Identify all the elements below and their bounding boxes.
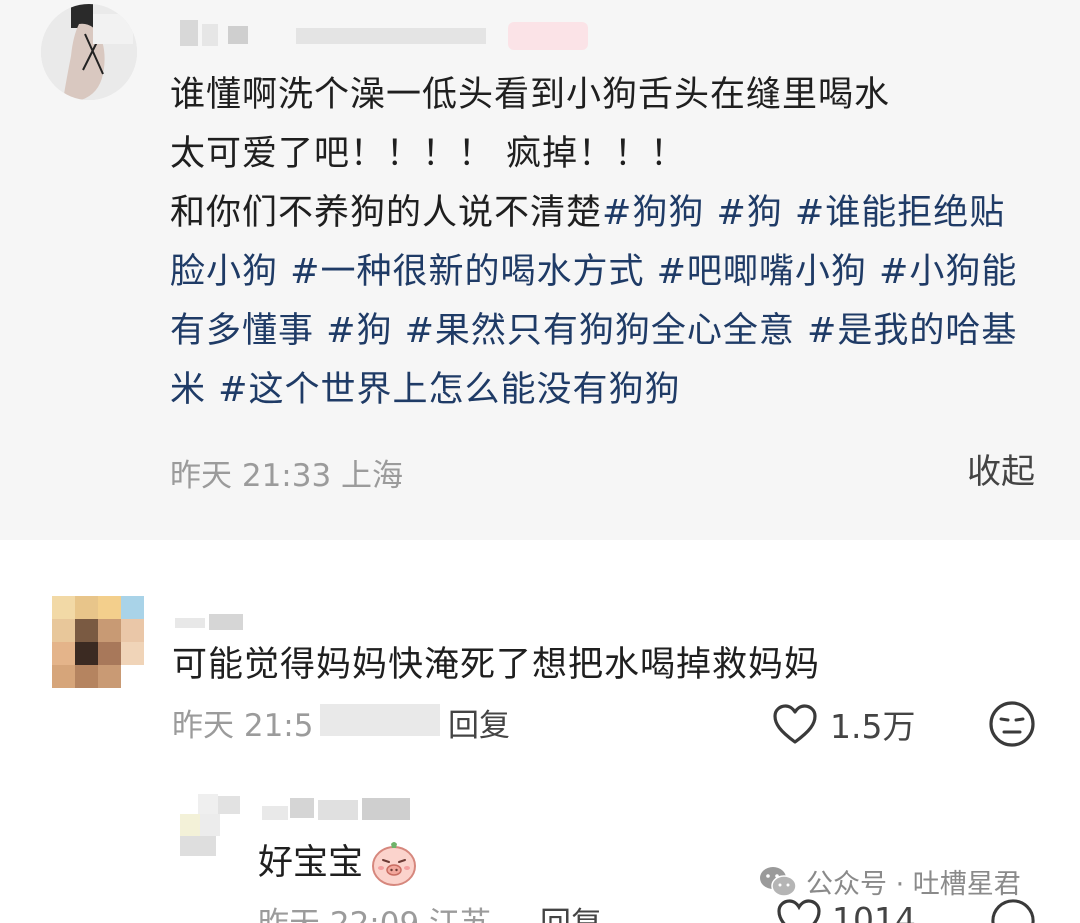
post-line: 脸小狗 #一种很新的喝水方式 #吧唧嘴小狗 #小狗能 <box>170 243 1040 302</box>
reply-button[interactable]: 回复 <box>540 898 602 923</box>
dislike-button[interactable] <box>988 700 1036 748</box>
reply-meta: 昨天 22:09 江苏 <box>258 898 491 923</box>
post-text-segment: 谁懂啊洗个澡一低头看到小狗舌头在缝里喝水 <box>170 75 891 115</box>
hashtag-segment[interactable]: 米 #这个世界上怎么能没有狗狗 <box>170 370 680 410</box>
hashtag-segment[interactable]: 脸小狗 #一种很新的喝水方式 #吧唧嘴小狗 #小狗能 <box>170 252 1017 292</box>
post-line: 太可爱了吧！！！！ 疯掉！！！ <box>170 125 1040 184</box>
dislike-face-icon <box>989 701 1035 747</box>
post-text-segment: 太可爱了吧！！！！ 疯掉！！！ <box>170 134 687 174</box>
reply-comment-content: 好宝宝 <box>258 838 419 888</box>
like-count: 1014 <box>832 899 916 923</box>
post-card: 谁懂啊洗个澡一低头看到小狗舌头在缝里喝水 太可爱了吧！！！！ 疯掉！！！ 和你们… <box>0 0 1080 540</box>
dislike-button[interactable] <box>990 898 1036 923</box>
watermark-text: 公众号 · 吐槽星君 <box>806 869 1021 900</box>
comment-text: 可能觉得妈妈快淹死了想把水喝掉救妈妈 <box>172 645 821 685</box>
post-meta: 昨天 21:33 上海 <box>170 458 404 494</box>
post-content: 谁懂啊洗个澡一低头看到小狗舌头在缝里喝水 太可爱了吧！！！！ 疯掉！！！ 和你们… <box>170 66 1040 420</box>
dislike-face-icon <box>991 899 1035 923</box>
comment-author-name-blurred[interactable] <box>175 608 275 636</box>
post-text-segment: 和你们不养狗的人说不清楚 <box>170 193 603 233</box>
like-button[interactable]: 1014 <box>776 898 916 923</box>
comment-meta-text: 昨天 21:5 <box>172 708 314 744</box>
hashtag-segment[interactable]: #狗狗 #狗 #谁能拒绝贴 <box>602 193 1005 233</box>
hashtag-segment[interactable]: 有多懂事 #狗 #果然只有狗狗全心全意 #是我的哈基 <box>170 311 1017 351</box>
post-line: 谁懂啊洗个澡一低头看到小狗舌头在缝里喝水 <box>170 66 1040 125</box>
post-author-avatar[interactable] <box>41 4 137 100</box>
wechat-icon <box>760 866 797 897</box>
collapse-button[interactable]: 收起 <box>967 444 1035 493</box>
heart-icon <box>773 704 817 744</box>
post-line: 有多懂事 #狗 #果然只有狗狗全心全意 #是我的哈基 <box>170 302 1040 361</box>
reply-text: 好宝宝 <box>258 843 364 883</box>
like-count: 1.5万 <box>830 707 916 746</box>
post-author-name-blurred[interactable] <box>178 14 598 52</box>
pig-sticker-icon <box>372 842 417 886</box>
post-line: 米 #这个世界上怎么能没有狗狗 <box>170 361 1040 420</box>
post-line: 和你们不养狗的人说不清楚#狗狗 #狗 #谁能拒绝贴 <box>170 184 1040 243</box>
reply-button[interactable]: 回复 <box>448 700 510 745</box>
comment-meta: 昨天 21:5 <box>172 700 440 745</box>
watermark: 公众号 · 吐槽星君 <box>758 862 1021 901</box>
location-blurred <box>320 704 440 736</box>
reply-avatar-blurred[interactable] <box>180 794 254 856</box>
comment-avatar-blurred[interactable] <box>52 596 144 688</box>
reply-author-name-blurred[interactable] <box>262 794 412 824</box>
heart-icon <box>777 899 821 923</box>
like-button[interactable]: 1.5万 <box>772 700 915 748</box>
